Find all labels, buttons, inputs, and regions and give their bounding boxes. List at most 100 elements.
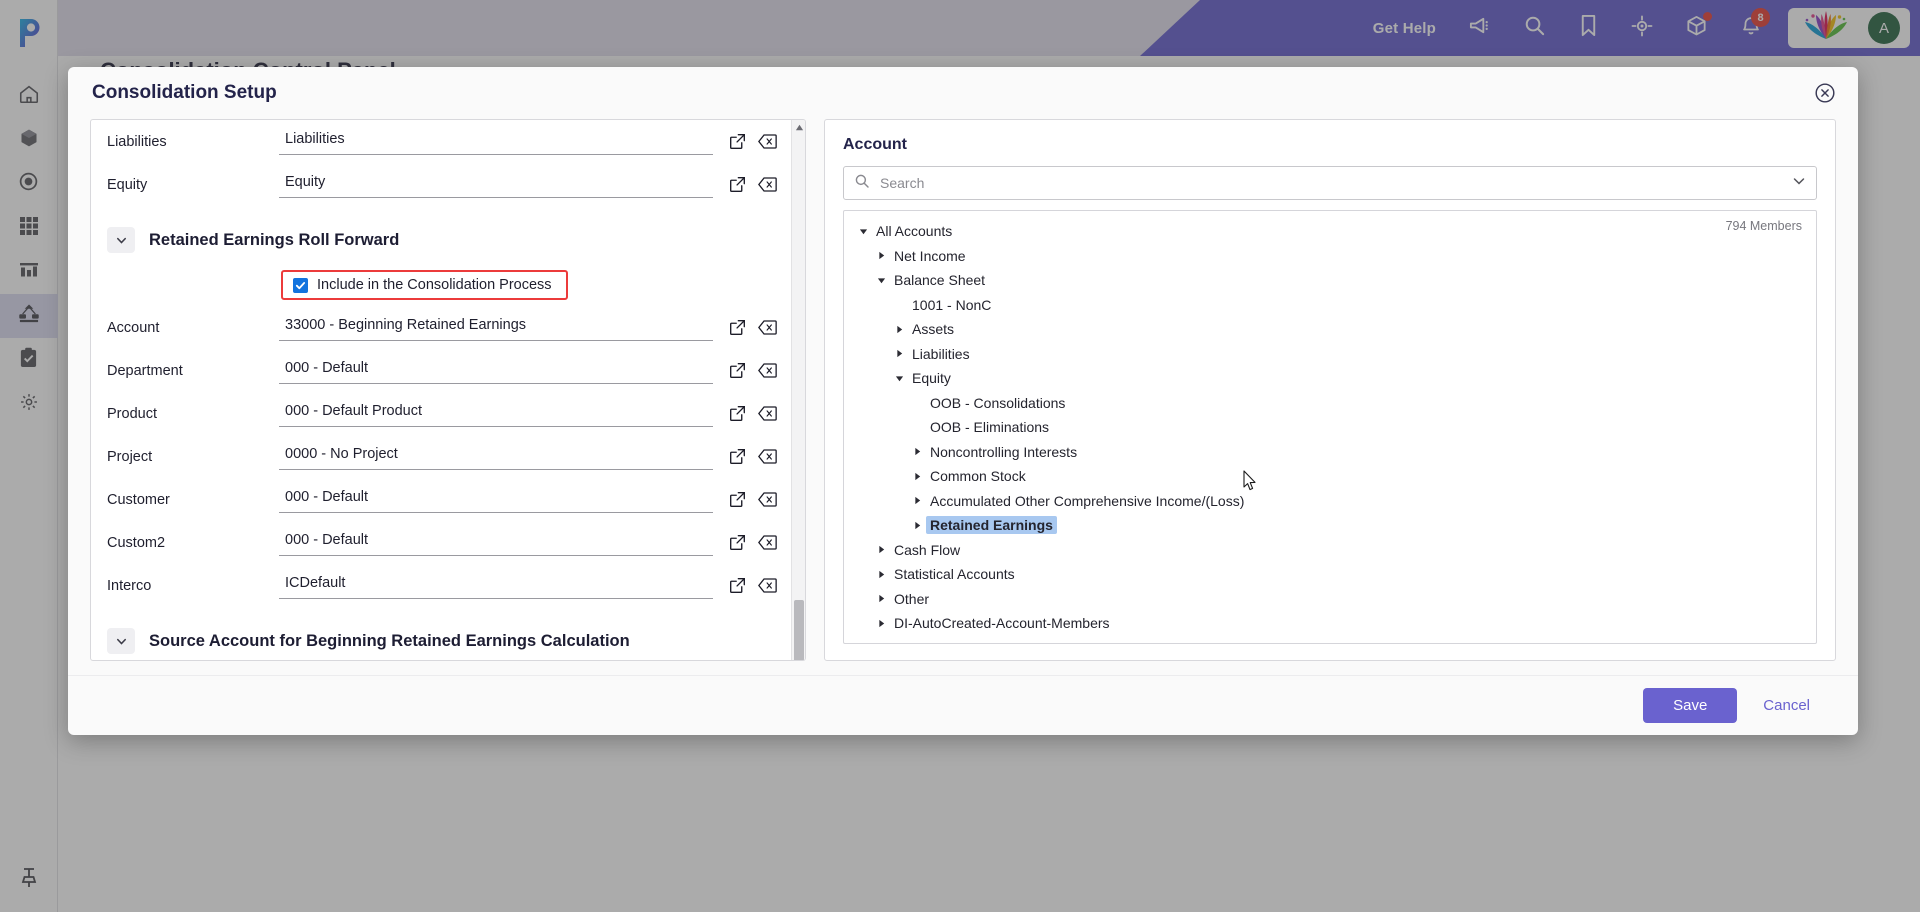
row-field[interactable]: 000 - Default: [279, 487, 791, 513]
form-scrollbar[interactable]: [791, 120, 805, 660]
tree-node[interactable]: Equity: [844, 366, 1816, 391]
chevron-right-icon[interactable]: [908, 496, 926, 505]
tree-node[interactable]: OOB - Eliminations: [844, 415, 1816, 440]
tree-node[interactable]: Cash Flow: [844, 538, 1816, 563]
tree-node[interactable]: Accumulated Other Comprehensive Income/(…: [844, 489, 1816, 514]
tree-node[interactable]: OOB - Consolidations: [844, 391, 1816, 416]
row-field[interactable]: 000 - Default Product: [279, 401, 791, 427]
row-field[interactable]: 0000 - No Project: [279, 444, 791, 470]
highlight-annotation: Include in the Consolidation Process: [281, 270, 568, 300]
chevron-right-icon[interactable]: [872, 619, 890, 628]
chevron-right-icon[interactable]: [890, 349, 908, 358]
row-field[interactable]: 000 - Default: [279, 530, 791, 556]
account-search-box[interactable]: Search: [843, 166, 1817, 200]
field-value[interactable]: 000 - Default: [279, 487, 713, 513]
chevron-down-icon[interactable]: [107, 227, 135, 253]
external-link-icon[interactable]: [729, 319, 746, 336]
clear-backspace-icon[interactable]: [758, 176, 777, 193]
form-row-liabilities[interactable]: Liabilities Liabilities: [91, 120, 791, 163]
external-link-icon[interactable]: [729, 577, 746, 594]
chevron-down-icon[interactable]: [1792, 174, 1806, 193]
tree-node[interactable]: All Accounts: [844, 219, 1816, 244]
form-row[interactable]: Project 0000 - No Project: [91, 435, 791, 478]
row-field[interactable]: Equity: [279, 172, 791, 198]
form-row[interactable]: Product 000 - Default Product: [91, 392, 791, 435]
form-row[interactable]: Interco ICDefault: [91, 564, 791, 607]
clear-backspace-icon[interactable]: [758, 448, 777, 465]
roll-forward-field-rows: Account 33000 - Beginning Retained Earnin…: [91, 306, 791, 607]
tree-node-label: 1001 - NonC: [912, 296, 992, 313]
tree-node[interactable]: Balance Sheet: [844, 268, 1816, 293]
include-consolidation-checkbox[interactable]: [293, 277, 308, 293]
row-field[interactable]: 000 - Default: [279, 358, 791, 384]
tree-node[interactable]: Retained Earnings: [844, 513, 1816, 538]
clear-backspace-icon[interactable]: [758, 405, 777, 422]
row-field[interactable]: ICDefault: [279, 573, 791, 599]
external-link-icon[interactable]: [729, 133, 746, 150]
section-title: Source Account for Beginning Retained Ea…: [149, 631, 630, 650]
field-value[interactable]: Equity: [279, 172, 713, 198]
save-button[interactable]: Save: [1643, 688, 1738, 723]
form-row[interactable]: Customer 000 - Default: [91, 478, 791, 521]
tree-node-label: Net Income: [894, 247, 966, 264]
field-value[interactable]: 33000 - Beginning Retained Earnings: [279, 315, 713, 341]
chevron-right-icon[interactable]: [872, 594, 890, 603]
tree-node[interactable]: Noncontrolling Interests: [844, 440, 1816, 465]
tree-node[interactable]: Common Stock: [844, 464, 1816, 489]
chevron-right-icon[interactable]: [872, 251, 890, 260]
clear-backspace-icon[interactable]: [758, 362, 777, 379]
chevron-right-icon[interactable]: [872, 570, 890, 579]
field-value[interactable]: 000 - Default: [279, 530, 713, 556]
form-row[interactable]: Account 33000 - Beginning Retained Earnin…: [91, 306, 791, 349]
external-link-icon[interactable]: [729, 491, 746, 508]
row-label: Project: [107, 448, 153, 465]
external-link-icon[interactable]: [729, 176, 746, 193]
field-value[interactable]: ICDefault: [279, 573, 713, 599]
clear-backspace-icon[interactable]: [758, 491, 777, 508]
chevron-right-icon[interactable]: [908, 521, 926, 530]
chevron-right-icon[interactable]: [872, 545, 890, 554]
scrollbar-thumb[interactable]: [794, 600, 804, 660]
form-scroll-content: Liabilities Liabilities Equity Equity Re…: [91, 120, 791, 660]
tree-node[interactable]: Other: [844, 587, 1816, 612]
chevron-right-icon[interactable]: [908, 447, 926, 456]
form-row[interactable]: Department 000 - Default: [91, 349, 791, 392]
close-circle-icon[interactable]: [1814, 82, 1836, 104]
tree-node[interactable]: Host Default: [844, 636, 1816, 643]
chevron-down-icon[interactable]: [107, 628, 135, 654]
tree-node[interactable]: Statistical Accounts: [844, 562, 1816, 587]
clear-backspace-icon[interactable]: [758, 319, 777, 336]
clear-backspace-icon[interactable]: [758, 577, 777, 594]
tree-node[interactable]: 1001 - NonC: [844, 293, 1816, 318]
field-value[interactable]: Liabilities: [279, 129, 713, 155]
external-link-icon[interactable]: [729, 448, 746, 465]
form-row-equity[interactable]: Equity Equity: [91, 163, 791, 206]
tree-node[interactable]: Net Income: [844, 244, 1816, 269]
cancel-button[interactable]: Cancel: [1763, 697, 1810, 714]
row-actions: [713, 362, 791, 379]
row-actions: [713, 133, 791, 150]
clear-backspace-icon[interactable]: [758, 534, 777, 551]
section-source-account: Source Account for Beginning Retained Ea…: [91, 617, 791, 660]
search-input[interactable]: Search: [880, 175, 1782, 191]
form-row[interactable]: Custom2 000 - Default: [91, 521, 791, 564]
field-value[interactable]: 000 - Default Product: [279, 401, 713, 427]
row-field[interactable]: 33000 - Beginning Retained Earnings: [279, 315, 791, 341]
clear-backspace-icon[interactable]: [758, 133, 777, 150]
chevron-right-icon[interactable]: [890, 325, 908, 334]
chevron-down-icon[interactable]: [854, 227, 872, 236]
field-value[interactable]: 000 - Default: [279, 358, 713, 384]
scroll-up-arrow-icon[interactable]: [792, 120, 805, 134]
chevron-down-icon[interactable]: [872, 276, 890, 285]
row-field[interactable]: Liabilities: [279, 129, 791, 155]
external-link-icon[interactable]: [729, 405, 746, 422]
tree-node[interactable]: Liabilities: [844, 342, 1816, 367]
tree-node[interactable]: DI-AutoCreated-Account-Members: [844, 611, 1816, 636]
external-link-icon[interactable]: [729, 362, 746, 379]
chevron-right-icon[interactable]: [908, 472, 926, 481]
chevron-down-icon[interactable]: [890, 374, 908, 383]
tree-node[interactable]: Assets: [844, 317, 1816, 342]
external-link-icon[interactable]: [729, 534, 746, 551]
field-value[interactable]: 0000 - No Project: [279, 444, 713, 470]
row-actions: [713, 491, 791, 508]
